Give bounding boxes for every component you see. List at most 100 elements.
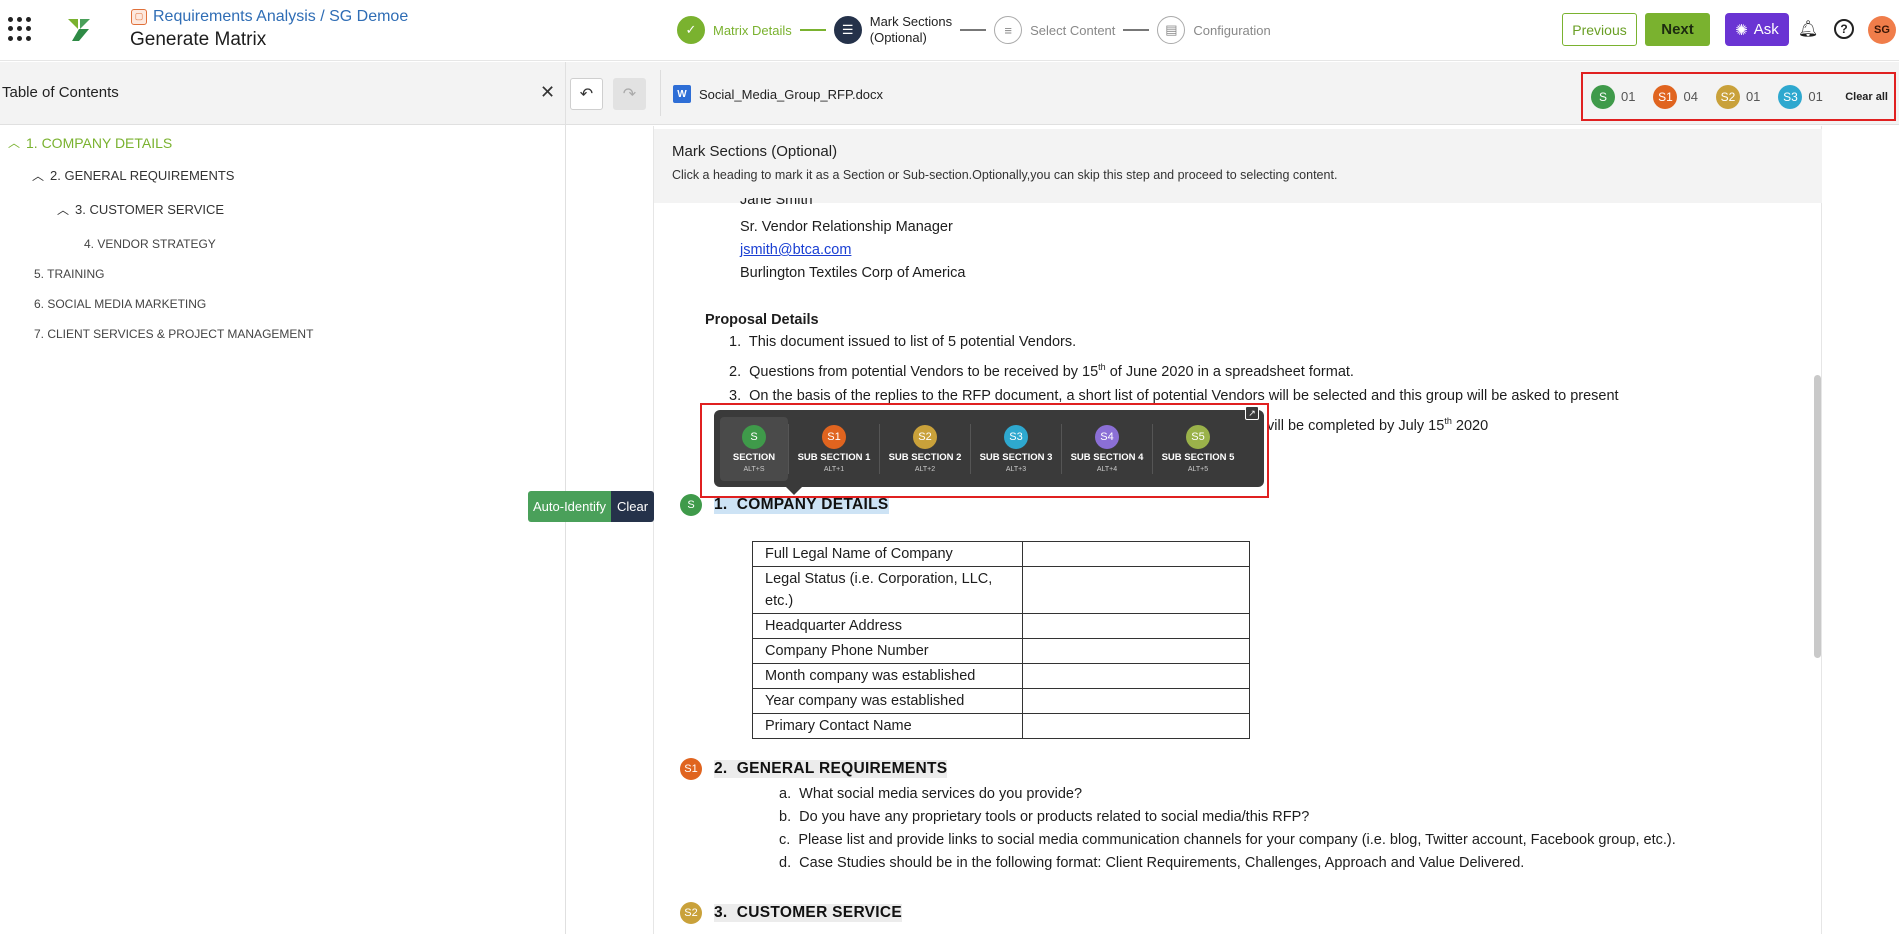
clear-all-button[interactable]: Clear all [1845,91,1888,103]
count-sub-section-1[interactable]: S1 04 [1653,84,1698,109]
list-item: b. Do you have any proprietary tools or … [779,809,1309,825]
scrollbar[interactable] [1814,375,1821,658]
undo-button[interactable]: ↶ [570,78,603,110]
step-label: Matrix Details [713,22,792,38]
toc-item-label: 5. TRAINING [34,267,105,281]
table-row: Legal Status (i.e. Corporation, LLC, etc.… [752,566,1250,614]
count-value: 01 [1745,89,1761,104]
step-connector [799,29,826,31]
popup-option-sub-section-2[interactable]: S2 SUB SECTION 2 ALT+2 [880,417,970,481]
list-text: Please list and provide links to social … [798,832,1676,848]
breadcrumb[interactable]: ▢ Requirements Analysis / SG Demoe [131,8,408,26]
requirements-doc-icon: ▢ [131,9,147,25]
step-connector [960,29,987,31]
contact-name: Jane Smith [740,198,813,210]
section-heading-general-requirements[interactable]: 2. GENERAL REQUIREMENTS [714,760,948,778]
contact-email-link[interactable]: jsmith@btca.com [740,242,851,258]
toc-header: Table of Contents ✕ [0,62,565,125]
option-label: SUB SECTION 5 [1161,451,1235,463]
file-name: W Social_Media_Group_RFP.docx [673,85,883,103]
toc-item-social-media-marketing[interactable]: 6. SOCIAL MEDIA MARKETING [34,297,206,311]
option-shortcut: ALT+2 [914,465,936,473]
heading-number: 2. [714,760,728,777]
app-grid-icon[interactable] [8,17,32,41]
word-file-icon: W [673,85,691,103]
section-heading-customer-service[interactable]: 3. CUSTOMER SERVICE [714,904,903,922]
option-label: SUB SECTION 2 [888,451,962,463]
heading-title: CUSTOMER SERVICE [736,904,903,921]
section-badge[interactable]: S [680,494,702,516]
popup-option-sub-section-3[interactable]: S3 SUB SECTION 3 ALT+3 [971,417,1061,481]
auto-identify-button[interactable]: Auto-Identify [528,491,611,522]
toc-item-general-requirements[interactable]: ︿ 2. GENERAL REQUIREMENTS [32,167,234,184]
sub-section-4-badge: S4 [1095,424,1119,449]
banner-description: Click a heading to mark it as a Section … [672,168,1338,182]
step-configuration[interactable]: ▤ Configuration [1157,16,1271,44]
list-item: a. What social media services do you pro… [779,786,1082,802]
list-text: Do you have any proprietary tools or pro… [799,809,1310,825]
close-icon[interactable]: ✕ [540,82,555,103]
help-icon[interactable]: ? [1834,19,1854,39]
list-text: This document issued to list of 5 potent… [748,334,1077,350]
ask-ai-icon: ✺ [1735,21,1748,39]
next-button[interactable]: Next [1645,13,1710,46]
bell-icon[interactable]: 🔔︎ [1797,18,1819,40]
list-text: On the basis of the replies to the RFP d… [749,388,1619,404]
table-cell-label: Month company was established [752,663,1023,689]
stepper: ✓ Matrix Details ☰ Mark Sections (Option… [677,12,1271,48]
table-cell-label: Company Phone Number [752,638,1023,664]
expand-icon[interactable]: ↗ [1245,406,1259,420]
chevron-up-icon[interactable]: ︿ [57,201,69,218]
step-select-content[interactable]: ≡ Select Content [994,16,1115,44]
count-value: 04 [1683,89,1698,104]
section-badge: S [742,424,766,449]
list-item: d. Case Studies should be in the followi… [779,855,1524,871]
count-sub-section-3[interactable]: S3 01 [1778,84,1823,109]
toc-item-customer-service[interactable]: ︿ 3. CUSTOMER SERVICE [57,201,224,218]
toc-item-client-services[interactable]: 7. CLIENT SERVICES & PROJECT MANAGEMENT [34,327,313,341]
popup-option-sub-section-4[interactable]: S4 SUB SECTION 4 ALT+4 [1062,417,1152,481]
popup-option-sub-section-5[interactable]: S5 SUB SECTION 5 ALT+5 [1153,417,1243,481]
proposal-heading: Proposal Details [705,312,819,328]
list-item: c. Please list and provide links to soci… [779,832,1676,848]
chevron-up-icon[interactable]: ︿ [8,134,20,151]
sub-section-1-badge[interactable]: S1 [680,758,702,780]
auto-identify-control: Auto-Identify Clear [528,491,655,522]
count-section[interactable]: S 01 [1591,84,1636,109]
list-text: of June 2020 in a spreadsheet format. [1109,363,1354,380]
table-cell-value [1022,713,1250,739]
list-letter: a. [779,786,792,802]
popup-option-section[interactable]: S SECTION ALT+S [720,416,788,481]
cell-line: Legal Status (i.e. Corporation, LLC, [765,571,993,587]
toc-item-training[interactable]: 5. TRAINING [34,267,104,281]
list-text: What social media services do you provid… [799,786,1083,802]
count-sub-section-2[interactable]: S2 01 [1715,84,1761,109]
redo-button[interactable]: ↷ [613,78,646,110]
toc-item-company-details[interactable]: ︿ 1. COMPANY DETAILS [8,134,172,151]
contact-title: Sr. Vendor Relationship Manager [740,219,953,235]
previous-button[interactable]: Previous [1562,13,1637,46]
section-heading-company-details[interactable]: 1. COMPANY DETAILS [714,496,889,514]
option-shortcut: ALT+S [743,465,765,473]
step-mark-sections[interactable]: ☰ Mark Sections (Optional) [833,14,952,46]
toc-item-vendor-strategy[interactable]: 4. VENDOR STRATEGY [84,237,216,251]
option-shortcut: ALT+5 [1187,465,1209,473]
step-matrix-details[interactable]: ✓ Matrix Details [677,16,792,44]
table-cell-label: Legal Status (i.e. Corporation, LLC, etc.… [752,566,1023,614]
toc-item-label: 7. CLIENT SERVICES & PROJECT MANAGEMENT [34,327,314,341]
step-label: Configuration [1193,22,1271,38]
avatar[interactable]: SG [1868,16,1896,44]
sub-section-2-badge: S2 [913,424,937,449]
ask-button[interactable]: ✺ Ask [1725,13,1789,46]
table-row: Full Legal Name of Company [752,541,1250,567]
undo-icon: ↶ [579,86,594,103]
sub-section-2-badge[interactable]: S2 [680,902,702,924]
breadcrumb-text[interactable]: Requirements Analysis / SG Demoe [153,8,408,26]
clear-button[interactable]: Clear [611,491,655,522]
step-connector [1123,29,1150,31]
chevron-up-icon[interactable]: ︿ [32,167,44,184]
toc-item-label: 4. VENDOR STRATEGY [84,237,216,251]
count-value: 01 [1621,89,1636,104]
popup-option-sub-section-1[interactable]: S1 SUB SECTION 1 ALT+1 [789,417,879,481]
heading-title: GENERAL REQUIREMENTS [736,760,948,777]
